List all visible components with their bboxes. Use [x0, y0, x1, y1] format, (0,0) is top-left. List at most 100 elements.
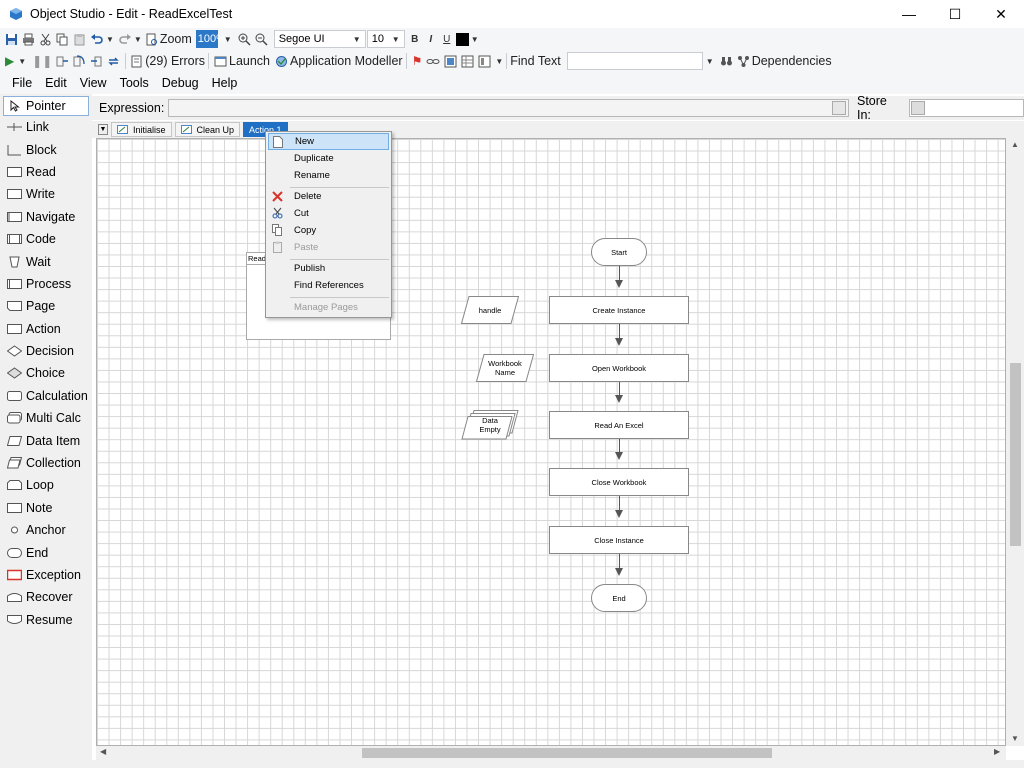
store-in-pick-icon[interactable]	[910, 101, 925, 115]
layout-dropdown-icon[interactable]: ▼	[495, 57, 503, 66]
find-text-input[interactable]	[566, 52, 703, 70]
dependencies-icon[interactable]	[735, 51, 752, 71]
open-workbook-stage[interactable]: Open Workbook	[549, 354, 689, 382]
errors-icon[interactable]	[129, 51, 145, 71]
underline-button[interactable]: U	[439, 34, 455, 45]
tab-initialise[interactable]: Initialise	[111, 122, 172, 137]
palette-page[interactable]: Page	[0, 295, 92, 317]
diagram-canvas[interactable]	[96, 138, 1006, 746]
cut-icon[interactable]	[37, 29, 54, 49]
close-button[interactable]: ✕	[978, 0, 1024, 28]
menu-item-rename[interactable]: Rename	[268, 167, 389, 184]
expression-input[interactable]	[168, 99, 849, 117]
menu-view[interactable]: View	[74, 76, 114, 90]
image-icon[interactable]	[442, 51, 459, 71]
data-item-handle[interactable]: handle	[461, 296, 519, 324]
print-icon[interactable]	[20, 29, 37, 49]
bold-button[interactable]: B	[407, 34, 423, 45]
font-size-select[interactable]: 10 ▼	[366, 30, 405, 48]
palette-decision[interactable]: Decision	[0, 340, 92, 362]
zoom-in-icon[interactable]	[236, 29, 253, 49]
palette-multi-calc[interactable]: Multi Calc	[0, 407, 92, 429]
binoculars-icon[interactable]	[718, 51, 735, 71]
paste-icon[interactable]	[71, 29, 88, 49]
menu-item-cut[interactable]: Cut	[268, 205, 389, 222]
horizontal-scrollbar[interactable]: ◀ ▶	[96, 746, 1006, 760]
run-icon[interactable]: ▶	[3, 51, 16, 71]
menu-item-find-references[interactable]: Find References	[268, 277, 389, 294]
dependencies-button[interactable]: Dependencies	[752, 54, 832, 68]
app-modeller-icon[interactable]	[273, 51, 290, 71]
font-name-select[interactable]: Segoe UI ▼	[273, 30, 366, 48]
vertical-scrollbar[interactable]: ▲ ▼	[1006, 138, 1024, 746]
menu-edit[interactable]: Edit	[39, 76, 74, 90]
palette-note[interactable]: Note	[0, 497, 92, 519]
redo-icon[interactable]: ▼	[116, 29, 144, 49]
zoom-page-icon[interactable]	[144, 29, 160, 49]
store-in-input[interactable]	[908, 99, 1024, 117]
menu-file[interactable]: File	[6, 76, 39, 90]
read-an-excel-stage[interactable]: Read An Excel	[549, 411, 689, 439]
italic-button[interactable]: I	[423, 34, 439, 45]
palette-recover[interactable]: Recover	[0, 586, 92, 608]
zoom-value-field[interactable]: 100%	[195, 30, 226, 48]
menu-item-new[interactable]: New	[268, 133, 389, 150]
step-over-icon[interactable]	[71, 51, 88, 71]
undo-icon[interactable]: ▼	[88, 29, 116, 49]
step-out-icon[interactable]	[88, 51, 105, 71]
tabs-dropdown-icon[interactable]: ▼	[98, 124, 108, 135]
palette-data-item[interactable]: Data Item	[0, 429, 92, 451]
menu-item-paste[interactable]: Paste	[268, 239, 389, 256]
grid-icon[interactable]	[459, 51, 476, 71]
palette-exception[interactable]: Exception	[0, 564, 92, 586]
close-instance-stage[interactable]: Close Instance	[549, 526, 689, 554]
collection-data-empty[interactable]: Data Empty	[461, 410, 519, 440]
scroll-up-icon[interactable]: ▲	[1011, 140, 1019, 149]
layout-icon[interactable]	[476, 51, 493, 71]
pause-icon[interactable]: ❚❚	[30, 51, 54, 71]
copy-icon[interactable]	[54, 29, 71, 49]
launch-button[interactable]: Launch	[229, 54, 270, 68]
zoom-out-icon[interactable]	[253, 29, 270, 49]
scroll-down-icon[interactable]: ▼	[1011, 734, 1019, 743]
close-workbook-stage[interactable]: Close Workbook	[549, 468, 689, 496]
palette-read[interactable]: Read	[0, 161, 92, 183]
menu-item-publish[interactable]: Publish	[268, 260, 389, 277]
menu-item-duplicate[interactable]: Duplicate	[268, 150, 389, 167]
maximize-button[interactable]: ☐	[932, 0, 978, 28]
start-stage[interactable]: Start	[591, 238, 647, 266]
data-item-workbook-name[interactable]: Workbook Name	[476, 354, 534, 382]
scroll-left-icon[interactable]: ◀	[100, 747, 106, 756]
menu-debug[interactable]: Debug	[156, 76, 206, 90]
palette-code[interactable]: Code	[0, 228, 92, 250]
breakpoint-flag-icon[interactable]: ⚑	[410, 51, 425, 71]
menu-item-copy[interactable]: Copy	[268, 222, 389, 239]
palette-collection[interactable]: Collection	[0, 452, 92, 474]
errors-button[interactable]: (29) Errors	[145, 54, 205, 68]
menu-tools[interactable]: Tools	[114, 76, 156, 90]
palette-process[interactable]: Process	[0, 273, 92, 295]
zoom-dropdown-icon[interactable]: ▼	[224, 35, 232, 44]
save-icon[interactable]	[3, 29, 20, 49]
palette-end[interactable]: End	[0, 541, 92, 563]
font-color-dropdown-icon[interactable]: ▼	[471, 35, 479, 44]
palette-wait[interactable]: Wait	[0, 250, 92, 272]
palette-pointer[interactable]: Pointer	[3, 96, 89, 116]
step-icon[interactable]	[54, 51, 71, 71]
launch-icon[interactable]	[212, 51, 229, 71]
vertical-scroll-thumb[interactable]	[1010, 363, 1021, 546]
palette-choice[interactable]: Choice	[0, 362, 92, 384]
reset-icon[interactable]	[105, 51, 122, 71]
palette-anchor[interactable]: Anchor	[0, 519, 92, 541]
palette-resume[interactable]: Resume	[0, 609, 92, 631]
palette-loop[interactable]: Loop	[0, 474, 92, 496]
expression-editor-icon[interactable]	[832, 101, 846, 115]
palette-action[interactable]: Action	[0, 318, 92, 340]
menu-item-manage-pages[interactable]: Manage Pages	[268, 299, 389, 316]
palette-block[interactable]: Block	[0, 138, 92, 160]
palette-calculation[interactable]: Calculation	[0, 385, 92, 407]
palette-write[interactable]: Write	[0, 183, 92, 205]
tab-clean-up[interactable]: Clean Up	[174, 122, 241, 137]
find-text-dropdown-icon[interactable]: ▼	[706, 57, 714, 66]
menu-item-delete[interactable]: Delete	[268, 188, 389, 205]
